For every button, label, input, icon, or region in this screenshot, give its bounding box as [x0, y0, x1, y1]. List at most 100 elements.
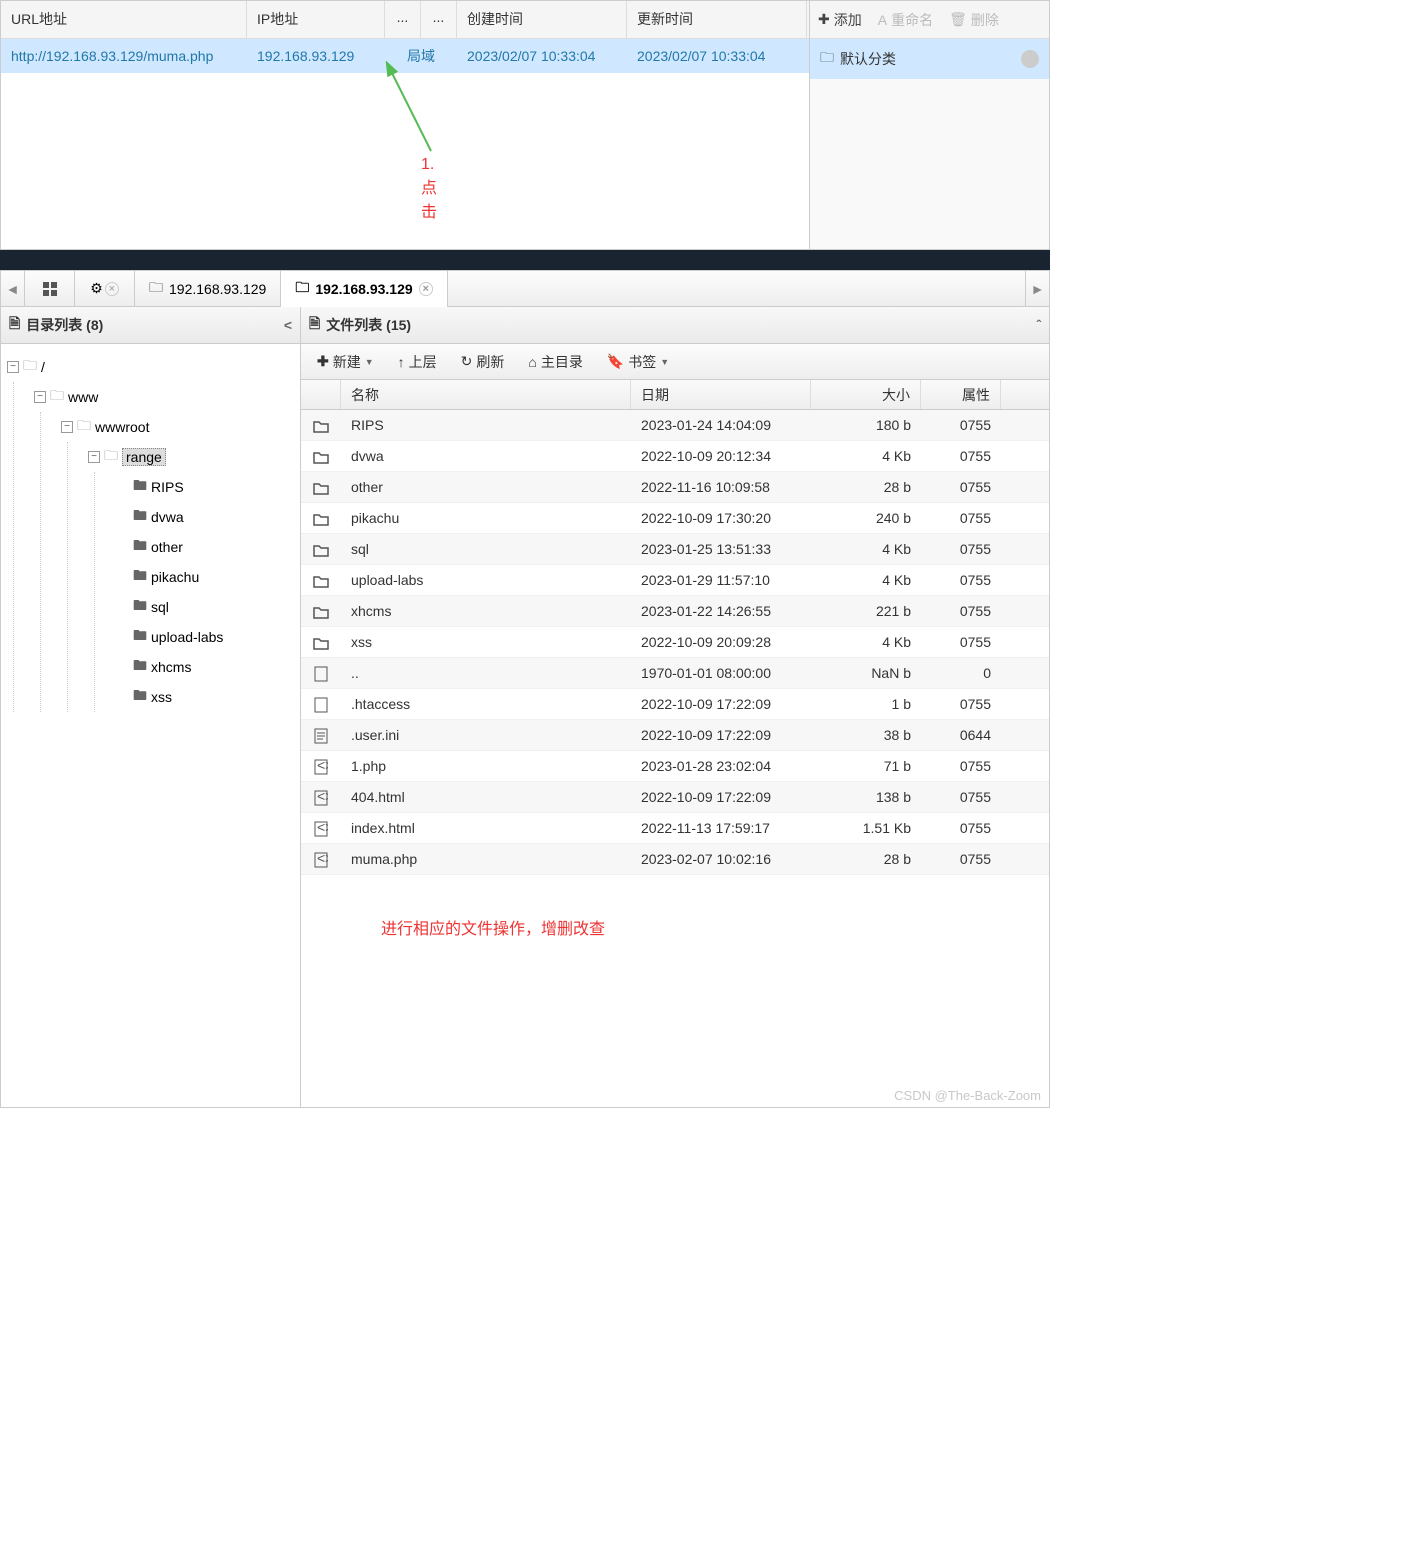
- tree-www[interactable]: −🗀www: [34, 382, 294, 412]
- tree-leaf[interactable]: 🖿xss: [115, 682, 294, 712]
- file-table: 名称 日期 大小 属性 RIPS2023-01-24 14:04:09180 b…: [301, 380, 1049, 1107]
- folder-icon: [301, 568, 341, 592]
- file-row[interactable]: ..1970-01-01 08:00:00NaN b0: [301, 658, 1049, 689]
- code-icon: <>: [301, 815, 341, 840]
- chevron-down-icon: ▼: [660, 357, 669, 367]
- tree-leaf[interactable]: 🖿pikachu: [115, 562, 294, 592]
- file-row[interactable]: RIPS2023-01-24 14:04:09180 b0755: [301, 410, 1049, 441]
- close-icon[interactable]: ×: [105, 282, 119, 296]
- col-date[interactable]: 日期: [631, 380, 811, 409]
- annotation-text: 1. 点击: [421, 156, 437, 222]
- tree-leaf[interactable]: 🖿dvwa: [115, 502, 294, 532]
- tree-leaf[interactable]: 🖿xhcms: [115, 652, 294, 682]
- col-attr[interactable]: 属性: [921, 380, 1001, 409]
- file-size: 4 Kb: [811, 444, 921, 468]
- new-button[interactable]: ✚新建▼: [307, 348, 384, 376]
- col-ip[interactable]: IP地址: [247, 1, 385, 38]
- file-row[interactable]: dvwa2022-10-09 20:12:344 Kb0755: [301, 441, 1049, 472]
- tree-root[interactable]: −🗀/: [7, 352, 294, 382]
- file-row[interactable]: sql2023-01-25 13:51:334 Kb0755: [301, 534, 1049, 565]
- file-row[interactable]: xss2022-10-09 20:09:284 Kb0755: [301, 627, 1049, 658]
- add-button[interactable]: ✚添加: [810, 4, 870, 36]
- tab-host2[interactable]: 🗀192.168.93.129×: [281, 271, 447, 307]
- rename-button[interactable]: A重命名: [870, 4, 941, 36]
- svg-text:<>: <>: [317, 852, 328, 866]
- file-attr: 0755: [921, 568, 1001, 592]
- home-button[interactable]: ⌂主目录: [518, 348, 592, 376]
- file-row[interactable]: pikachu2022-10-09 17:30:20240 b0755: [301, 503, 1049, 534]
- code-icon: <>: [301, 784, 341, 809]
- file-name: xhcms: [341, 599, 631, 623]
- cell-utime: 2023/02/07 10:33:04: [627, 42, 807, 70]
- collapse-icon[interactable]: ˆ: [1036, 317, 1041, 333]
- col-url[interactable]: URL地址: [1, 1, 247, 38]
- file-row[interactable]: <>index.html2022-11-13 17:59:171.51 Kb07…: [301, 813, 1049, 844]
- file-attr: 0644: [921, 723, 1001, 747]
- tree-wwwroot[interactable]: −🗀wwwroot: [61, 412, 294, 442]
- col-extra1[interactable]: ...: [385, 1, 421, 38]
- tree-leaf[interactable]: 🖿upload-labs: [115, 622, 294, 652]
- category-toolbar: ✚添加 A重命名 🗑删除: [810, 1, 1049, 39]
- file-icon: [301, 660, 341, 685]
- file-name: .user.ini: [341, 723, 631, 747]
- file-row[interactable]: .htaccess2022-10-09 17:22:091 b0755: [301, 689, 1049, 720]
- file-row[interactable]: upload-labs2023-01-29 11:57:104 Kb0755: [301, 565, 1049, 596]
- close-icon[interactable]: ×: [419, 282, 433, 296]
- delete-button[interactable]: 🗑删除: [941, 4, 1007, 36]
- grid-icon[interactable]: [25, 271, 75, 307]
- tab-host1[interactable]: 🗀192.168.93.129: [135, 271, 281, 307]
- chevron-down-icon: ▼: [365, 357, 374, 367]
- file-name: upload-labs: [341, 568, 631, 592]
- refresh-button[interactable]: ↻刷新: [451, 348, 515, 376]
- cell-url: http://192.168.93.129/muma.php: [1, 42, 247, 70]
- collapse-icon[interactable]: <: [284, 317, 292, 333]
- tree-leaf[interactable]: 🖿sql: [115, 592, 294, 622]
- folder-icon: 🗀: [295, 277, 309, 301]
- col-icon[interactable]: [301, 380, 341, 409]
- collapse-toggle[interactable]: −: [7, 361, 19, 373]
- file-row[interactable]: other2022-11-16 10:09:5828 b0755: [301, 472, 1049, 503]
- category-panel: ✚添加 A重命名 🗑删除 🗀 默认分类: [809, 1, 1049, 249]
- tab-next[interactable]: ►: [1025, 271, 1049, 307]
- tree-leaf[interactable]: 🖿other: [115, 532, 294, 562]
- up-button[interactable]: ↑上层: [388, 348, 447, 376]
- file-date: 2022-11-13 17:59:17: [631, 816, 811, 840]
- folder-icon: 🗀: [50, 385, 64, 409]
- collapse-toggle[interactable]: −: [61, 421, 73, 433]
- col-utime[interactable]: 更新时间: [627, 1, 807, 38]
- cell-loc: 局域: [385, 40, 457, 72]
- file-size: 180 b: [811, 413, 921, 437]
- folder-icon: 🖿: [133, 565, 147, 589]
- folder-icon: 🖿: [133, 475, 147, 499]
- file-size: 1 b: [811, 692, 921, 716]
- col-extra2[interactable]: ...: [421, 1, 457, 38]
- svg-text:<>: <>: [317, 821, 328, 835]
- file-row[interactable]: <>muma.php2023-02-07 10:02:1628 b0755: [301, 844, 1049, 875]
- col-name[interactable]: 名称: [341, 380, 631, 409]
- workspace: 🗎 目录列表 (8) < −🗀/ −🗀www −🗀wwwroot −🗀range…: [1, 307, 1049, 1107]
- file-size: 138 b: [811, 785, 921, 809]
- file-date: 1970-01-01 08:00:00: [631, 661, 811, 685]
- file-size: 4 Kb: [811, 568, 921, 592]
- file-row[interactable]: xhcms2023-01-22 14:26:55221 b0755: [301, 596, 1049, 627]
- col-size[interactable]: 大小: [811, 380, 921, 409]
- tree-range[interactable]: −🗀range: [88, 442, 294, 472]
- svg-text:<>: <>: [317, 790, 328, 804]
- col-ctime[interactable]: 创建时间: [457, 1, 627, 38]
- connection-row[interactable]: http://192.168.93.129/muma.php 192.168.9…: [1, 39, 809, 73]
- settings-tab[interactable]: ⚙×: [75, 271, 135, 307]
- tree-leaf[interactable]: 🖿RIPS: [115, 472, 294, 502]
- file-row[interactable]: .user.ini2022-10-09 17:22:0938 b0644: [301, 720, 1049, 751]
- bookmark-button[interactable]: 🔖书签▼: [597, 348, 679, 376]
- file-row[interactable]: <>1.php2023-01-28 23:02:0471 b0755: [301, 751, 1049, 782]
- file-row[interactable]: <>404.html2022-10-09 17:22:09138 b0755: [301, 782, 1049, 813]
- refresh-icon: ↻: [461, 353, 473, 370]
- tab-prev[interactable]: ◄: [1, 271, 25, 307]
- collapse-toggle[interactable]: −: [88, 451, 100, 463]
- file-name: ..: [341, 661, 631, 685]
- file-name: dvwa: [341, 444, 631, 468]
- folder-icon: 🗀: [149, 277, 163, 301]
- file-title: 文件列表 (15): [326, 315, 411, 335]
- category-item[interactable]: 🗀 默认分类: [810, 39, 1049, 79]
- collapse-toggle[interactable]: −: [34, 391, 46, 403]
